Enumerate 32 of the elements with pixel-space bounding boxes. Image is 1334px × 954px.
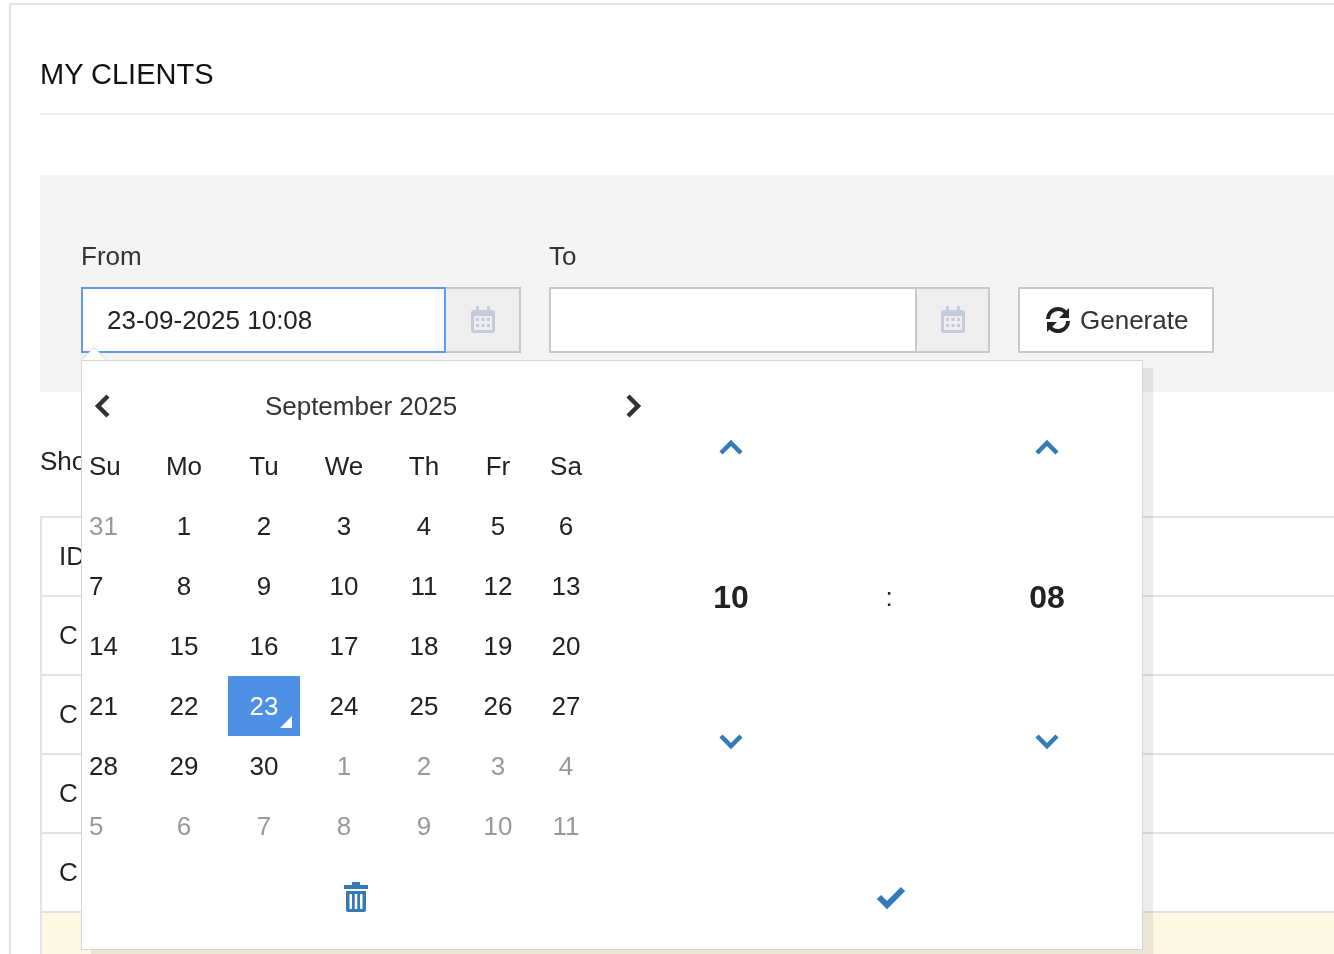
calendar-day[interactable]: 17 [308, 616, 380, 676]
calendar-day[interactable]: 26 [468, 676, 528, 736]
calendar-day[interactable]: 19 [468, 616, 528, 676]
calendar-day[interactable]: 25 [388, 676, 460, 736]
calendar-day[interactable]: 18 [388, 616, 460, 676]
trash-icon[interactable] [344, 882, 368, 912]
weekday-label: Th [407, 449, 441, 483]
weekday-label: We [323, 449, 365, 483]
weekday-label: Mo [164, 449, 204, 483]
weekday-label: Sa [549, 449, 583, 483]
weekday-label: Tu [248, 449, 280, 483]
weekday-label: Su [88, 449, 122, 483]
date-input[interactable]: 23-09-2025 10:08 [81, 287, 446, 353]
generate-button[interactable]: Generate [1018, 287, 1215, 353]
calendar-day[interactable]: 24 [308, 676, 380, 736]
page-title: MY CLIENTS [40, 57, 215, 92]
calendar-icon [939, 306, 966, 334]
field-label: From [81, 241, 143, 271]
checkmark-icon[interactable] [876, 884, 906, 910]
calendar-day[interactable]: 20 [536, 616, 596, 676]
field-label: To [549, 241, 578, 271]
refresh-icon [1044, 306, 1072, 334]
month-title[interactable]: September 2025 [264, 390, 458, 422]
calendar-icon [469, 306, 496, 334]
calendar-day[interactable]: 16 [228, 616, 300, 676]
date-input[interactable] [549, 287, 915, 353]
calendar-day[interactable]: 14 [82, 616, 140, 676]
calendar-day[interactable]: 27 [536, 676, 596, 736]
calendar-day[interactable]: 15 [148, 616, 220, 676]
calendar-day[interactable]: 22 [148, 676, 220, 736]
weekday-label: Fr [484, 449, 512, 483]
calendar-day[interactable]: 21 [82, 676, 140, 736]
